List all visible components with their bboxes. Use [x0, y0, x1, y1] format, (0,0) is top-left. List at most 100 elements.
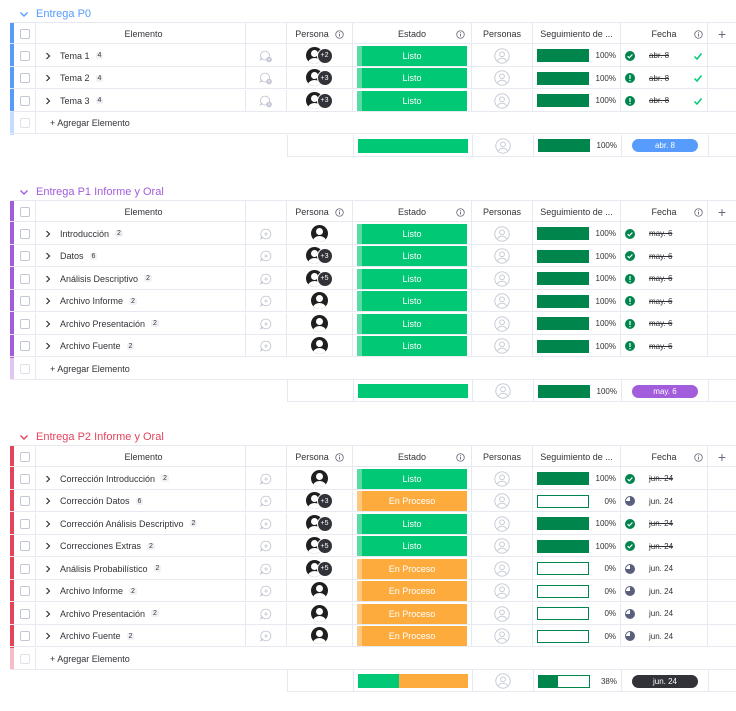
- row-checkbox-cell[interactable]: [14, 535, 36, 557]
- avatar-group[interactable]: +5: [305, 269, 334, 288]
- item-cell[interactable]: Introducción 2: [36, 222, 246, 245]
- info-icon[interactable]: [694, 29, 703, 39]
- row-checkbox[interactable]: [19, 296, 30, 306]
- updates-cell[interactable]: [246, 467, 287, 490]
- row-checkbox[interactable]: [19, 631, 30, 641]
- header-tracking[interactable]: Seguimiento de ...: [533, 23, 621, 45]
- person-cell[interactable]: [287, 467, 353, 490]
- chevron-right-icon[interactable]: [44, 632, 52, 640]
- add-update-icon[interactable]: [259, 294, 273, 308]
- date-cell[interactable]: abr. 8: [621, 89, 708, 112]
- updates-cell[interactable]: [246, 512, 287, 535]
- add-update-icon[interactable]: [259, 472, 273, 486]
- chevron-right-icon[interactable]: [44, 610, 52, 618]
- row-checkbox-cell[interactable]: [14, 580, 36, 602]
- avatar-group[interactable]: +3: [305, 492, 334, 510]
- people-cell[interactable]: [472, 44, 533, 67]
- date-cell[interactable]: jun. 24: [621, 467, 708, 490]
- add-item-row[interactable]: + Agregar Elemento: [10, 357, 736, 380]
- table-row[interactable]: Tema 3 4 +3 Listo 100% abr. 8: [10, 89, 736, 112]
- add-update-icon[interactable]: [259, 562, 273, 576]
- info-icon[interactable]: [456, 452, 465, 462]
- row-checkbox-cell[interactable]: [14, 312, 36, 335]
- tracking-cell[interactable]: 100%: [533, 44, 621, 67]
- add-update-icon[interactable]: [259, 227, 273, 241]
- status-cell[interactable]: Listo: [353, 512, 472, 535]
- chevron-right-icon[interactable]: [44, 342, 52, 350]
- people-cell[interactable]: [472, 580, 533, 602]
- table-row[interactable]: Archivo Presentación 2 En Proceso 0% jun. 24: [10, 602, 736, 625]
- item-cell[interactable]: Archivo Informe 2: [36, 580, 246, 602]
- avatar-group[interactable]: +2: [305, 46, 334, 65]
- person-placeholder-icon[interactable]: [494, 583, 510, 599]
- date-value[interactable]: may. 6: [649, 319, 672, 328]
- group-title[interactable]: Entrega P1 Informe y Oral: [18, 184, 164, 200]
- item-name[interactable]: Archivo Fuente: [60, 341, 121, 351]
- status-cell[interactable]: Listo: [353, 67, 472, 89]
- tracking-cell[interactable]: 0%: [533, 557, 621, 580]
- row-checkbox-cell[interactable]: [14, 222, 36, 245]
- tracking-cell[interactable]: 100%: [533, 467, 621, 490]
- status-label[interactable]: En Proceso: [357, 558, 467, 579]
- person-placeholder-icon[interactable]: [494, 47, 510, 64]
- add-item-row[interactable]: + Agregar Elemento: [10, 112, 736, 134]
- select-all-checkbox[interactable]: [19, 452, 30, 462]
- person-placeholder-icon[interactable]: [494, 538, 510, 554]
- people-cell[interactable]: [472, 290, 533, 312]
- avatar-group[interactable]: [310, 627, 329, 645]
- people-cell[interactable]: [472, 535, 533, 557]
- chevron-right-icon[interactable]: [44, 297, 52, 305]
- tracking-cell[interactable]: 0%: [533, 602, 621, 625]
- people-cell[interactable]: [472, 335, 533, 357]
- table-row[interactable]: Corrección Datos 6 +3 En Proceso 0% jun. 24: [10, 490, 736, 512]
- date-cell[interactable]: jun. 24: [621, 512, 708, 535]
- date-cell[interactable]: jun. 24: [621, 625, 708, 647]
- person-cell[interactable]: [287, 222, 353, 245]
- add-update-icon[interactable]: [259, 607, 273, 621]
- add-update-icon[interactable]: [259, 584, 273, 598]
- row-checkbox[interactable]: [19, 563, 30, 574]
- item-cell[interactable]: Corrección Datos 6: [36, 490, 246, 512]
- row-checkbox-cell[interactable]: [14, 625, 36, 647]
- status-label[interactable]: Listo: [357, 246, 467, 266]
- row-checkbox-cell[interactable]: [14, 290, 36, 312]
- item-name[interactable]: Corrección Introducción: [60, 474, 155, 484]
- person-placeholder-icon[interactable]: [494, 315, 510, 332]
- person-cell[interactable]: +5: [287, 267, 353, 290]
- person-cell[interactable]: +3: [287, 245, 353, 267]
- add-update-icon[interactable]: [259, 494, 273, 508]
- header-person[interactable]: Persona: [287, 23, 353, 45]
- updates-cell[interactable]: [246, 335, 287, 357]
- row-checkbox-cell[interactable]: [14, 490, 36, 512]
- date-value[interactable]: jun. 24: [649, 632, 673, 641]
- add-item-cell[interactable]: + Agregar Elemento: [36, 648, 736, 670]
- add-item-row[interactable]: + Agregar Elemento: [10, 647, 736, 670]
- add-update-icon[interactable]: [259, 517, 273, 531]
- header-checkbox-cell[interactable]: [14, 23, 36, 45]
- tracking-cell[interactable]: 100%: [533, 535, 621, 557]
- people-cell[interactable]: [472, 602, 533, 625]
- table-row[interactable]: Corrección Introducción 2 Listo 100% jun. 24: [10, 467, 736, 490]
- row-checkbox[interactable]: [19, 95, 30, 106]
- avatar-group[interactable]: [310, 337, 329, 355]
- table-row[interactable]: Archivo Presentación 2 Listo 100% may. 6: [10, 312, 736, 335]
- add-item-cell[interactable]: + Agregar Elemento: [36, 358, 736, 380]
- person-cell[interactable]: [287, 602, 353, 625]
- row-checkbox[interactable]: [19, 608, 30, 619]
- status-cell[interactable]: Listo: [353, 245, 472, 267]
- item-name[interactable]: Análisis Descriptivo: [60, 274, 138, 284]
- header-checkbox-cell[interactable]: [14, 446, 36, 468]
- tracking-cell[interactable]: 100%: [533, 245, 621, 267]
- date-value[interactable]: jun. 24: [649, 474, 673, 483]
- table-row[interactable]: Tema 1 4 +2 Listo 100% abr. 8: [10, 44, 736, 67]
- date-cell[interactable]: may. 6: [621, 245, 708, 267]
- item-cell[interactable]: Archivo Presentación 2: [36, 602, 246, 625]
- add-update-icon[interactable]: [259, 249, 273, 263]
- info-icon[interactable]: [335, 207, 344, 217]
- status-label[interactable]: Listo: [357, 45, 467, 66]
- chevron-right-icon[interactable]: [44, 565, 52, 573]
- person-cell[interactable]: +3: [287, 89, 353, 112]
- row-checkbox-cell[interactable]: [14, 267, 36, 290]
- add-column-button[interactable]: +: [708, 446, 736, 468]
- item-name[interactable]: Archivo Informe: [60, 586, 123, 596]
